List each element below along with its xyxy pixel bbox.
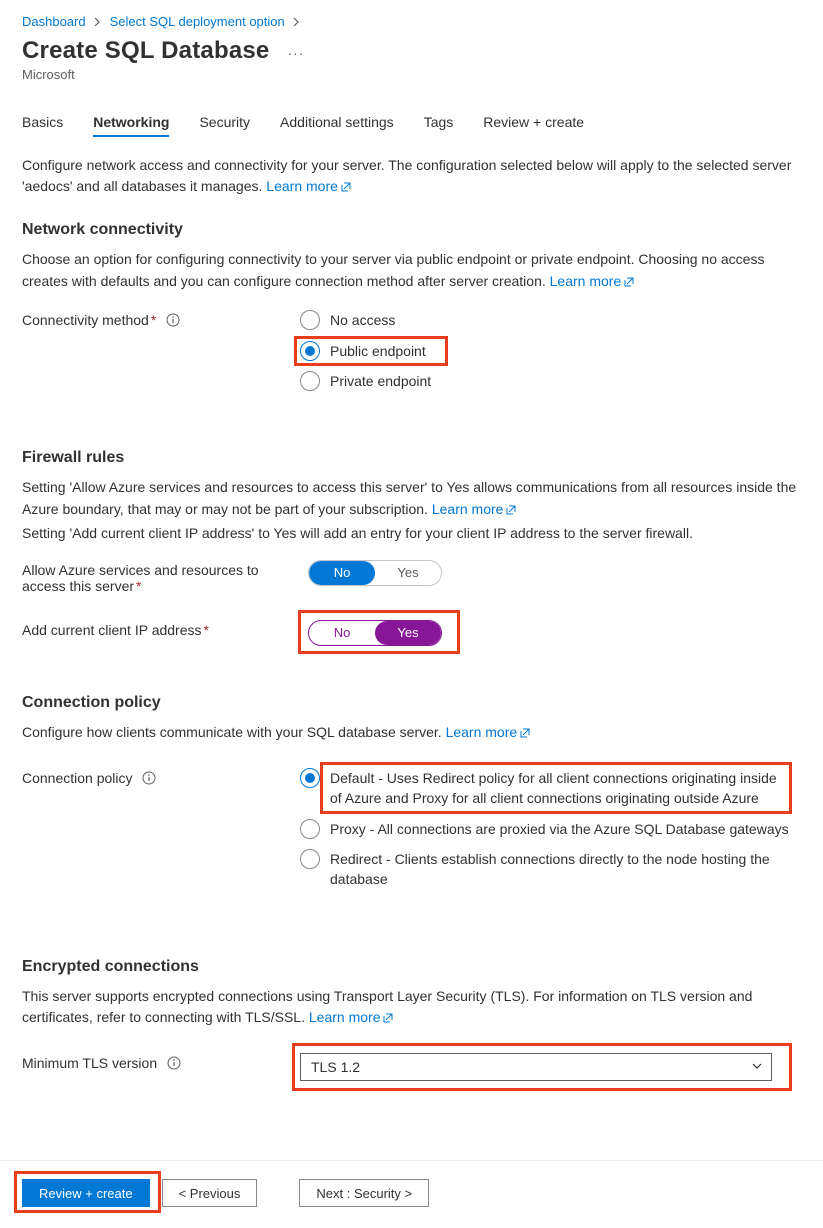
connection-policy-heading: Connection policy [22,694,801,712]
review-create-button[interactable]: Review + create [22,1179,150,1207]
allow-azure-services-label: Allow Azure services and resources to ac… [22,560,300,594]
connection-policy-default[interactable]: Default - Uses Redirect policy for all c… [300,768,790,809]
firewall-desc: Setting 'Allow Azure services and resour… [22,477,801,544]
previous-button[interactable]: < Previous [162,1179,258,1207]
encrypted-connections-desc: This server supports encrypted connectio… [22,986,801,1031]
network-connectivity-desc: Choose an option for configuring connect… [22,249,801,294]
intro-text: Configure network access and connectivit… [22,155,801,199]
info-icon[interactable] [167,1056,181,1070]
breadcrumb-dashboard[interactable]: Dashboard [22,14,86,29]
info-icon[interactable] [142,771,156,785]
external-link-icon [505,501,517,523]
firewall-heading: Firewall rules [22,449,801,467]
connectivity-public-endpoint-label: Public endpoint [330,341,426,361]
min-tls-value: TLS 1.2 [300,1053,772,1081]
network-connectivity-learn-more[interactable]: Learn more [550,273,636,289]
connection-policy-redirect-label: Redirect - Clients establish connections… [330,849,790,890]
min-tls-select[interactable]: TLS 1.2 [300,1053,772,1081]
info-icon[interactable] [166,313,180,327]
more-icon[interactable]: ··· [287,45,304,61]
connectivity-method-label: Connectivity method* [22,310,300,328]
tab-tags[interactable]: Tags [424,108,454,136]
external-link-icon [382,1009,394,1031]
firewall-learn-more[interactable]: Learn more [432,501,518,517]
wizard-footer: Review + create < Previous Next : Securi… [0,1160,823,1227]
connectivity-no-access-label: No access [330,310,395,330]
external-link-icon [340,178,352,199]
allow-azure-services-yes[interactable]: Yes [375,561,441,585]
tabs: Basics Networking Security Additional se… [22,108,801,137]
tab-additional-settings[interactable]: Additional settings [280,108,394,136]
connection-policy-proxy-label: Proxy - All connections are proxied via … [330,819,789,839]
connectivity-private-endpoint[interactable]: Private endpoint [300,371,801,391]
chevron-right-icon [94,17,102,27]
breadcrumb: Dashboard Select SQL deployment option [22,14,801,29]
add-client-ip-label: Add current client IP address* [22,620,300,638]
connectivity-public-endpoint[interactable]: Public endpoint [300,341,801,361]
tab-basics[interactable]: Basics [22,108,63,136]
connection-policy-label: Connection policy [22,768,300,786]
allow-azure-services-no[interactable]: No [309,561,375,585]
page-subtitle: Microsoft [22,67,801,82]
connection-policy-redirect[interactable]: Redirect - Clients establish connections… [300,849,790,890]
connectivity-method-options: No access Public endpoint Private endpoi… [300,310,801,401]
connectivity-no-access[interactable]: No access [300,310,801,330]
add-client-ip-yes[interactable]: Yes [375,621,441,645]
network-connectivity-heading: Network connectivity [22,221,801,239]
allow-azure-services-toggle[interactable]: No Yes [308,560,442,586]
tab-security[interactable]: Security [199,108,250,136]
add-client-ip-toggle[interactable]: No Yes [308,620,442,646]
connection-policy-default-label: Default - Uses Redirect policy for all c… [330,768,790,809]
chevron-right-icon [293,17,301,27]
chevron-down-icon [750,1059,764,1076]
connection-policy-proxy[interactable]: Proxy - All connections are proxied via … [300,819,790,839]
encrypted-connections-learn-more[interactable]: Learn more [309,1009,395,1025]
page-title: Create SQL Database [22,37,269,65]
external-link-icon [519,724,531,746]
add-client-ip-no[interactable]: No [309,621,375,645]
intro-learn-more[interactable]: Learn more [266,178,352,194]
encrypted-connections-heading: Encrypted connections [22,958,801,976]
connection-policy-desc: Configure how clients communicate with y… [22,722,801,746]
external-link-icon [623,273,635,295]
min-tls-label: Minimum TLS version [22,1053,300,1071]
tab-review-create[interactable]: Review + create [483,108,584,136]
next-button[interactable]: Next : Security > [299,1179,429,1207]
breadcrumb-select-sql[interactable]: Select SQL deployment option [110,14,285,29]
tab-networking[interactable]: Networking [93,108,169,136]
connection-policy-learn-more[interactable]: Learn more [446,724,532,740]
connectivity-private-endpoint-label: Private endpoint [330,371,431,391]
